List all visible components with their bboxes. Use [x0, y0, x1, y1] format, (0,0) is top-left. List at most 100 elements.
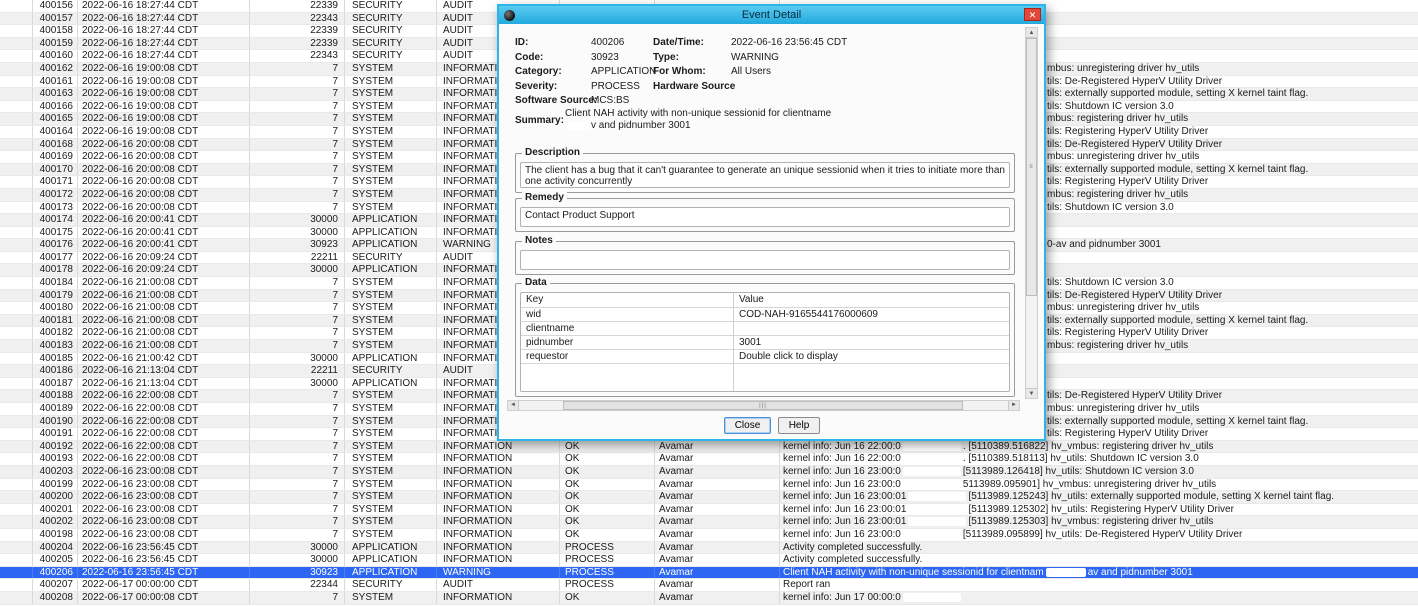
cell-type: INFORMATION — [437, 542, 560, 554]
help-button[interactable]: Help — [778, 417, 820, 434]
remedy-text[interactable]: Contact Product Support — [520, 207, 1010, 227]
description-text[interactable]: The client has a bug that it can't guara… — [520, 162, 1010, 188]
cell-id: 400182 — [33, 327, 78, 339]
cell-gut — [0, 214, 33, 226]
cell-dt: 2022-06-16 23:00:08 CDT — [78, 504, 250, 516]
cell-dt: 2022-06-16 23:00:08 CDT — [78, 516, 250, 528]
cell-id: 400183 — [33, 340, 78, 352]
cell-code: 7 — [250, 340, 345, 352]
cell-cat: SECURITY — [345, 252, 437, 264]
cell-id: 400170 — [33, 164, 78, 176]
table-row[interactable]: 4002022022-06-16 23:00:08 CDT7SYSTEMINFO… — [0, 516, 1418, 529]
scroll-left-icon[interactable]: ◄ — [508, 401, 519, 410]
cell-gut — [0, 365, 33, 377]
cell-code: 7 — [250, 76, 345, 88]
cell-gut — [0, 567, 33, 579]
cell-st: OK — [560, 516, 655, 528]
redaction — [1046, 568, 1086, 577]
cell-cat: SYSTEM — [345, 416, 437, 428]
table-row[interactable]: 4002042022-06-16 23:56:45 CDT30000APPLIC… — [0, 542, 1418, 555]
cell-id: 400169 — [33, 151, 78, 163]
cell-cat: APPLICATION — [345, 542, 437, 554]
table-row[interactable]: 4001992022-06-16 23:00:08 CDT7SYSTEMINFO… — [0, 479, 1418, 492]
redaction — [903, 530, 961, 539]
data-table: Key Value widCOD-NAH-9165544176000609cli… — [520, 292, 1010, 392]
cell-gut — [0, 416, 33, 428]
cell-code: 7 — [250, 202, 345, 214]
description-section: Description The client has a bug that it… — [515, 153, 1015, 193]
cell-code: 22211 — [250, 365, 345, 377]
table-row[interactable]: 4001922022-06-16 22:00:08 CDT7SYSTEMINFO… — [0, 441, 1418, 454]
cell-gut — [0, 176, 33, 188]
cell-id: 400181 — [33, 315, 78, 327]
cell-src: Avamar — [655, 491, 780, 503]
cell-desc: kernel info: Jun 16 23:00:0[5113989.1264… — [780, 466, 1418, 478]
table-row[interactable]: 4002012022-06-16 23:00:08 CDT7SYSTEMINFO… — [0, 504, 1418, 517]
cell-code: 7 — [250, 302, 345, 314]
cell-gut — [0, 290, 33, 302]
data-row[interactable]: pidnumber3001 — [521, 336, 1009, 350]
cell-id: 400207 — [33, 579, 78, 591]
horizontal-scrollbar-thumb[interactable]: ||| — [563, 401, 963, 410]
horizontal-scrollbar[interactable]: ◄ ||| ► — [507, 400, 1020, 411]
cell-src: Avamar — [655, 441, 780, 453]
cell-st: PROCESS — [560, 554, 655, 566]
notes-text[interactable] — [520, 250, 1010, 270]
cell-code: 7 — [250, 504, 345, 516]
cell-id: 400174 — [33, 214, 78, 226]
cell-gut — [0, 25, 33, 37]
cell-desc: Client NAH activity with non-unique sess… — [780, 567, 1418, 579]
cell-gut — [0, 264, 33, 276]
close-button[interactable]: Close — [724, 417, 771, 434]
cell-gut — [0, 202, 33, 214]
cell-cat: SYSTEM — [345, 88, 437, 100]
cell-src: Avamar — [655, 466, 780, 478]
field-label-category: Category: — [515, 66, 591, 81]
close-icon[interactable]: ✕ — [1024, 8, 1041, 21]
field-value-datetime: 2022-06-16 23:56:45 CDT — [731, 37, 1020, 52]
cell-gut — [0, 139, 33, 151]
cell-code: 7 — [250, 164, 345, 176]
cell-dt: 2022-06-16 21:00:08 CDT — [78, 302, 250, 314]
data-row[interactable]: widCOD-NAH-9165544176000609 — [521, 308, 1009, 322]
data-row[interactable]: clientname — [521, 322, 1009, 336]
cell-code: 7 — [250, 277, 345, 289]
cell-src: Avamar — [655, 554, 780, 566]
cell-gut — [0, 113, 33, 125]
data-row[interactable]: requestorDouble click to display — [521, 350, 1009, 364]
table-row[interactable]: 4002052022-06-16 23:56:45 CDT30000APPLIC… — [0, 554, 1418, 567]
cell-st: PROCESS — [560, 579, 655, 591]
table-row[interactable]: 4002072022-06-17 00:00:00 CDT22344SECURI… — [0, 579, 1418, 592]
table-row[interactable]: 4002032022-06-16 23:00:08 CDT7SYSTEMINFO… — [0, 466, 1418, 479]
dialog-titlebar[interactable]: Event Detail ✕ — [499, 6, 1044, 24]
cell-gut — [0, 542, 33, 554]
cell-gut — [0, 164, 33, 176]
vertical-scrollbar-thumb[interactable]: ≡ — [1026, 38, 1037, 296]
cell-dt: 2022-06-16 20:00:08 CDT — [78, 164, 250, 176]
scroll-down-icon[interactable]: ▼ — [1026, 388, 1037, 398]
cell-code: 7 — [250, 290, 345, 302]
field-value-hwsource — [731, 81, 1020, 96]
cell-id: 400186 — [33, 365, 78, 377]
table-row[interactable]: 4002002022-06-16 23:00:08 CDT7SYSTEMINFO… — [0, 491, 1418, 504]
scroll-up-icon[interactable]: ▲ — [1026, 28, 1037, 38]
cell-cat: SYSTEM — [345, 504, 437, 516]
cell-id: 400180 — [33, 302, 78, 314]
cell-type: INFORMATION — [437, 504, 560, 516]
table-row[interactable]: 4001932022-06-16 22:00:08 CDT7SYSTEMINFO… — [0, 453, 1418, 466]
vertical-scrollbar[interactable]: ▲ ≡ ▼ — [1025, 27, 1038, 399]
field-value-category: APPLICATION — [591, 66, 653, 81]
redaction — [741, 324, 811, 333]
notes-legend: Notes — [522, 235, 556, 247]
redaction — [908, 517, 966, 526]
cell-dt: 2022-06-16 23:00:08 CDT — [78, 466, 250, 478]
table-row[interactable]: 4002062022-06-16 23:56:45 CDT30923APPLIC… — [0, 567, 1418, 580]
scroll-right-icon[interactable]: ► — [1008, 401, 1019, 410]
cell-id: 400158 — [33, 25, 78, 37]
cell-cat: SYSTEM — [345, 101, 437, 113]
cell-dt: 2022-06-16 23:00:08 CDT — [78, 479, 250, 491]
table-row[interactable]: 4001982022-06-16 23:00:08 CDT7SYSTEMINFO… — [0, 529, 1418, 542]
cell-code: 7 — [250, 189, 345, 201]
table-row[interactable]: 4002082022-06-17 00:00:08 CDT7SYSTEMINFO… — [0, 592, 1418, 605]
cell-code: 7 — [250, 63, 345, 75]
